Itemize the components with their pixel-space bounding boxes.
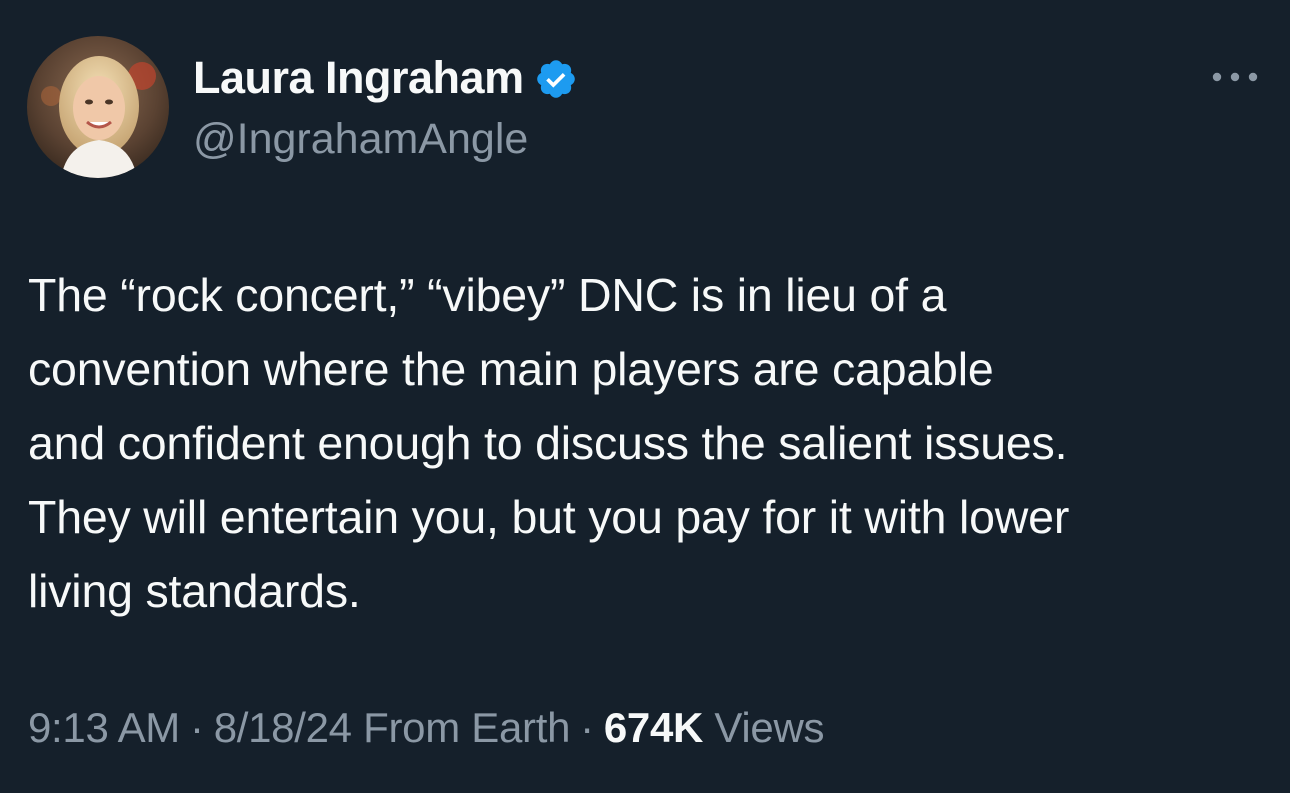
views-count: 674K xyxy=(603,704,704,751)
more-options-icon[interactable] xyxy=(1208,62,1262,92)
tweet-text: The “rock concert,” “vibey” DNC is in li… xyxy=(28,269,1070,617)
tweet-source: From Earth xyxy=(363,704,571,751)
author-display-name[interactable]: Laura Ingraham xyxy=(193,52,524,104)
avatar-image xyxy=(27,36,169,178)
tweet-card: Laura Ingraham @IngrahamAngle The “rock … xyxy=(0,0,1290,793)
meta-separator: · xyxy=(190,704,204,751)
tweet-date[interactable]: 8/18/24 xyxy=(214,704,352,751)
views-label: Views xyxy=(714,704,825,751)
verified-badge-icon[interactable] xyxy=(534,57,578,101)
avatar[interactable] xyxy=(27,36,169,178)
tweet-time[interactable]: 9:13 AM xyxy=(28,704,180,751)
tweet-meta: 9:13 AM · 8/18/24 From Earth · 674K Views xyxy=(28,700,825,756)
author-handle[interactable]: @IngrahamAngle xyxy=(193,113,528,165)
meta-separator: · xyxy=(580,704,594,751)
author-name-row: Laura Ingraham xyxy=(193,52,578,104)
